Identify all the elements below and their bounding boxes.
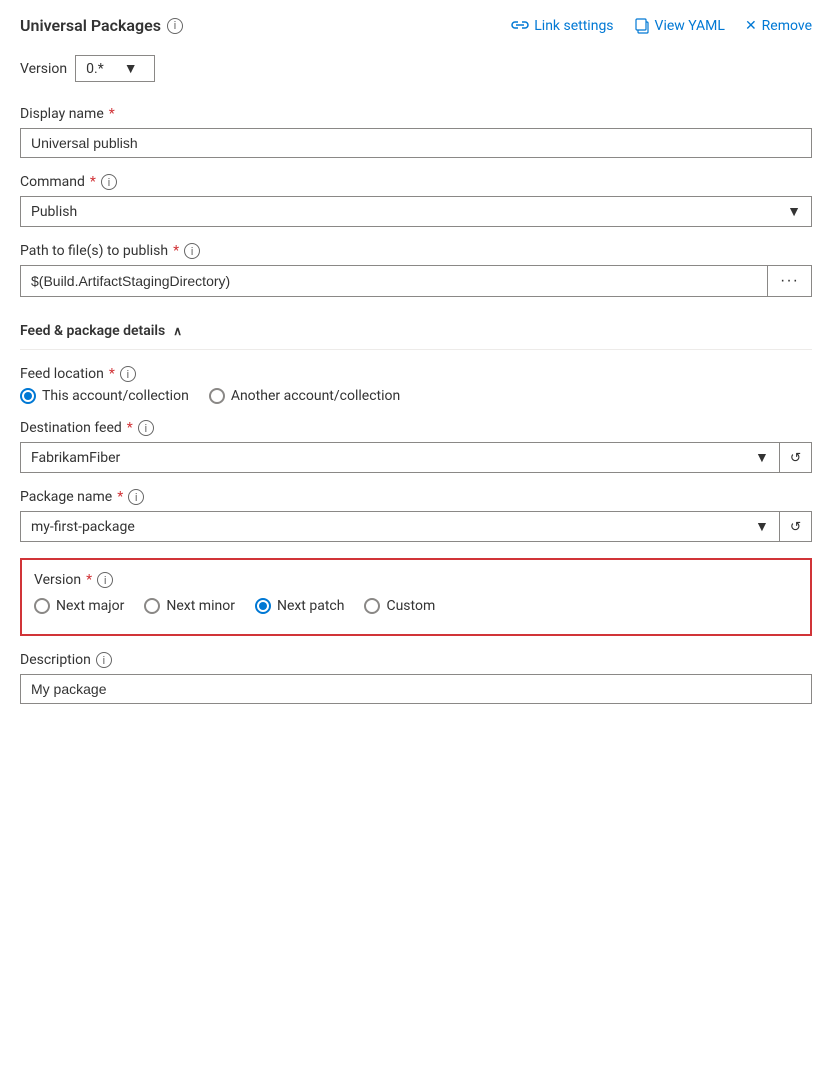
destination-feed-required: * [127, 420, 133, 436]
version-radio-section: Version * i Next major Next minor Next p… [20, 558, 812, 636]
feed-location-required: * [109, 366, 115, 382]
version-radio-custom[interactable] [364, 598, 380, 614]
title-info-icon[interactable]: i [167, 18, 183, 34]
link-icon [511, 20, 529, 32]
feed-location-option-2[interactable]: Another account/collection [209, 388, 400, 404]
remove-x-icon: ✕ [745, 18, 757, 34]
page-header: Universal Packages i Link settings View … [20, 16, 812, 35]
version-option-next-patch[interactable]: Next patch [255, 598, 345, 614]
path-field: Path to file(s) to publish * i ··· [20, 243, 812, 297]
destination-feed-refresh-button[interactable]: ↺ [780, 442, 812, 473]
version-radio-next-major[interactable] [34, 598, 50, 614]
remove-button[interactable]: ✕ Remove [745, 18, 812, 34]
version-option-custom-label: Custom [386, 598, 435, 614]
feed-section-chevron: ∧ [173, 324, 182, 338]
page-title: Universal Packages [20, 16, 161, 35]
copy-icon [634, 18, 650, 34]
header-right: Link settings View YAML ✕ Remove [511, 18, 812, 34]
path-browse-button[interactable]: ··· [768, 265, 812, 297]
path-label: Path to file(s) to publish * i [20, 243, 812, 259]
destination-feed-wrapper: FabrikamFiber ▼ ↺ [20, 442, 812, 473]
package-name-label: Package name * i [20, 489, 812, 505]
feed-section-title: Feed & package details [20, 323, 165, 339]
description-input[interactable] [20, 674, 812, 704]
command-chevron-icon: ▼ [787, 203, 801, 220]
version-radio-required: * [86, 572, 92, 588]
remove-label: Remove [762, 18, 812, 34]
link-settings-button[interactable]: Link settings [511, 18, 613, 34]
package-name-field: Package name * i my-first-package ▼ ↺ [20, 489, 812, 542]
command-select[interactable]: Publish ▼ [20, 196, 812, 227]
header-left: Universal Packages i [20, 16, 183, 35]
package-name-required: * [117, 489, 123, 505]
package-name-chevron: ▼ [755, 518, 769, 535]
view-yaml-label: View YAML [655, 18, 725, 34]
feed-location-radio-2[interactable] [209, 388, 225, 404]
version-option-next-minor-label: Next minor [166, 598, 235, 614]
description-label: Description i [20, 652, 812, 668]
package-name-value: my-first-package [31, 519, 135, 535]
destination-feed-field: Destination feed * i FabrikamFiber ▼ ↺ [20, 420, 812, 473]
command-select-value: Publish [31, 204, 77, 220]
version-radio-next-patch[interactable] [255, 598, 271, 614]
package-name-info-icon[interactable]: i [128, 489, 144, 505]
feed-location-info-icon[interactable]: i [120, 366, 136, 382]
command-info-icon[interactable]: i [101, 174, 117, 190]
display-name-field: Display name * [20, 106, 812, 158]
feed-location-radio-1[interactable] [20, 388, 36, 404]
path-wrapper: ··· [20, 265, 812, 297]
destination-feed-chevron: ▼ [755, 449, 769, 466]
version-option-next-major[interactable]: Next major [34, 598, 124, 614]
display-name-input[interactable] [20, 128, 812, 158]
command-field: Command * i Publish ▼ [20, 174, 812, 227]
destination-feed-select[interactable]: FabrikamFiber ▼ [20, 442, 780, 473]
version-dropdown-chevron: ▼ [124, 60, 138, 77]
version-option-custom[interactable]: Custom [364, 598, 435, 614]
version-radio-group: Next major Next minor Next patch Custom [34, 598, 798, 614]
feed-location-option-1[interactable]: This account/collection [20, 388, 189, 404]
path-input[interactable] [20, 265, 768, 297]
package-name-select[interactable]: my-first-package ▼ [20, 511, 780, 542]
command-label: Command * i [20, 174, 812, 190]
destination-feed-label: Destination feed * i [20, 420, 812, 436]
view-yaml-button[interactable]: View YAML [634, 18, 725, 34]
command-required: * [90, 174, 96, 190]
feed-location-option-2-label: Another account/collection [231, 388, 400, 404]
path-required: * [173, 243, 179, 259]
feed-location-option-1-label: This account/collection [42, 388, 189, 404]
description-info-icon[interactable]: i [96, 652, 112, 668]
version-selector-label: Version [20, 61, 67, 77]
feed-location-field: Feed location * i This account/collectio… [20, 366, 812, 404]
version-dropdown[interactable]: 0.* ▼ [75, 55, 155, 82]
display-name-label: Display name * [20, 106, 812, 122]
link-settings-label: Link settings [534, 18, 613, 34]
package-name-refresh-button[interactable]: ↺ [780, 511, 812, 542]
version-radio-next-minor[interactable] [144, 598, 160, 614]
version-radio-info-icon[interactable]: i [97, 572, 113, 588]
version-option-next-minor[interactable]: Next minor [144, 598, 235, 614]
package-name-wrapper: my-first-package ▼ ↺ [20, 511, 812, 542]
path-info-icon[interactable]: i [184, 243, 200, 259]
display-name-required: * [109, 106, 115, 122]
version-option-next-major-label: Next major [56, 598, 124, 614]
feed-location-radio-group: This account/collection Another account/… [20, 388, 812, 404]
version-option-next-patch-label: Next patch [277, 598, 345, 614]
description-field: Description i [20, 652, 812, 704]
feed-location-label: Feed location * i [20, 366, 812, 382]
version-dropdown-value: 0.* [86, 61, 104, 77]
version-radio-label: Version * i [34, 572, 798, 588]
version-selector: Version 0.* ▼ [20, 55, 812, 82]
feed-section-header[interactable]: Feed & package details ∧ [20, 313, 812, 350]
destination-feed-value: FabrikamFiber [31, 450, 120, 466]
destination-feed-info-icon[interactable]: i [138, 420, 154, 436]
